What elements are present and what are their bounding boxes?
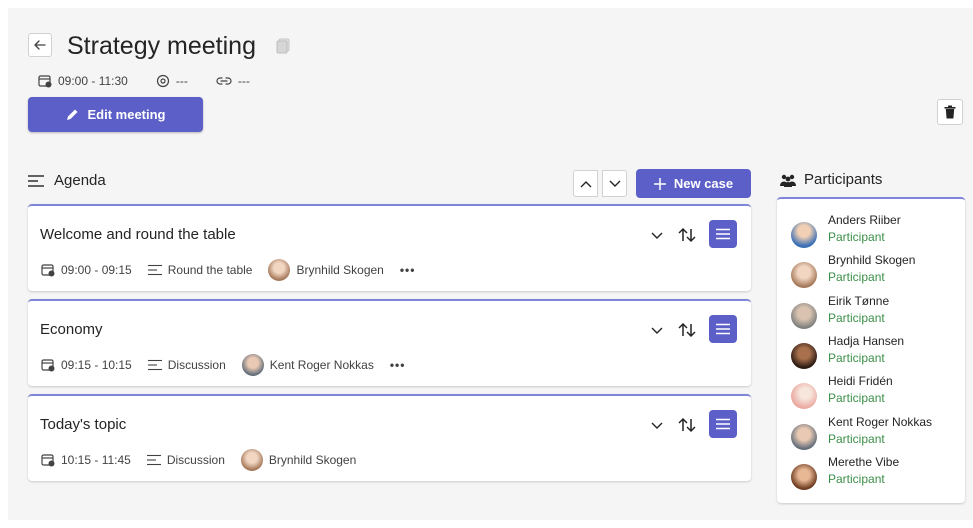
arrow-left-icon	[34, 40, 46, 50]
new-case-button[interactable]: New case	[636, 169, 751, 198]
agenda-header: Agenda	[28, 172, 106, 189]
participant-item[interactable]: Eirik Tønne Participant	[791, 294, 961, 330]
meeting-time: 09:00 - 11:30	[58, 74, 128, 88]
location-icon	[156, 74, 169, 88]
avatar	[791, 343, 817, 369]
case-meta: 09:15 - 10:15 Discussion Kent Roger Nokk…	[41, 354, 405, 376]
avatar	[791, 464, 817, 490]
participants-list: Anders Riiber Participant Brynhild Skoge…	[777, 197, 965, 503]
pencil-icon	[67, 109, 78, 120]
case-meta: 09:00 - 09:15 Round the table Brynhild S…	[41, 259, 415, 281]
avatar	[791, 424, 817, 450]
participants-header: Participants	[780, 171, 882, 188]
meeting-link: ---	[237, 74, 250, 88]
calendar-clock-icon	[41, 359, 55, 372]
avatar	[791, 383, 817, 409]
avatar	[241, 354, 264, 376]
participant-item[interactable]: Anders Riiber Participant	[791, 213, 961, 249]
trash-icon	[944, 105, 956, 119]
chevron-up-icon	[580, 180, 591, 187]
agenda-case[interactable]: Economy 09:15 - 10:15 Discussion Kent Ro…	[28, 299, 751, 386]
copy-icon[interactable]	[276, 38, 290, 54]
case-type: Discussion	[166, 453, 225, 467]
back-button[interactable]	[28, 33, 52, 57]
case-time: 10:15 - 11:45	[61, 453, 131, 467]
menu-icon	[716, 228, 730, 240]
case-time: 09:15 - 10:15	[61, 358, 132, 372]
calendar-clock-icon	[41, 264, 55, 277]
expand-icon[interactable]	[650, 228, 664, 242]
case-owner: Brynhild Skogen	[268, 453, 357, 467]
case-details-button[interactable]	[709, 220, 737, 248]
menu-icon	[716, 418, 730, 430]
link-icon	[216, 77, 232, 85]
participant-item[interactable]: Kent Roger Nokkas Participant	[791, 415, 961, 451]
meeting-meta: 09:00 - 11:30 --- ---	[38, 74, 250, 88]
participant-item[interactable]: Heidi Fridén Participant	[791, 374, 961, 410]
edit-meeting-button[interactable]: Edit meeting	[28, 97, 203, 132]
calendar-clock-icon	[41, 454, 55, 467]
avatar	[240, 449, 263, 471]
reorder-icon[interactable]	[677, 320, 697, 340]
move-up-button[interactable]	[573, 170, 598, 197]
avatar	[268, 259, 291, 281]
calendar-clock-icon	[38, 75, 52, 88]
case-type: Discussion	[167, 358, 226, 372]
participant-item[interactable]: Merethe Vibe Participant	[791, 455, 961, 491]
case-details-button[interactable]	[709, 410, 737, 438]
avatar	[791, 262, 817, 288]
list-icon	[147, 359, 162, 371]
case-owner: Brynhild Skogen	[296, 263, 384, 277]
agenda-heading: Agenda	[54, 172, 106, 189]
case-owner: Kent Roger Nokkas	[269, 358, 374, 372]
participants-heading: Participants	[804, 171, 883, 188]
participant-item[interactable]: Brynhild Skogen Participant	[791, 253, 961, 289]
more-options-button[interactable]: •••	[390, 358, 406, 372]
case-meta: 10:15 - 11:45 Discussion Brynhild Skogen	[41, 449, 356, 471]
list-icon	[147, 264, 162, 276]
meeting-location: ---	[175, 74, 188, 88]
agenda-case[interactable]: Welcome and round the table 09:00 - 09:1…	[28, 204, 751, 291]
agenda-case[interactable]: Today's topic 10:15 - 11:45 Discussion B…	[28, 394, 751, 481]
case-title: Economy	[40, 321, 103, 338]
case-title: Welcome and round the table	[40, 226, 236, 243]
expand-icon[interactable]	[650, 418, 664, 432]
list-icon	[146, 454, 161, 466]
case-title: Today's topic	[40, 416, 127, 433]
plus-icon	[653, 177, 666, 190]
more-options-button[interactable]: •••	[400, 263, 416, 277]
case-type: Round the table	[167, 263, 253, 277]
case-time: 09:00 - 09:15	[61, 263, 132, 277]
expand-icon[interactable]	[650, 323, 664, 337]
reorder-icon[interactable]	[677, 225, 697, 245]
participant-item[interactable]: Hadja Hansen Participant	[791, 334, 961, 370]
avatar	[791, 222, 817, 248]
list-icon	[28, 174, 44, 187]
move-down-button[interactable]	[602, 170, 627, 197]
avatar	[791, 303, 817, 329]
people-icon	[780, 174, 796, 187]
delete-meeting-button[interactable]	[937, 99, 963, 125]
case-details-button[interactable]	[709, 315, 737, 343]
chevron-down-icon	[609, 180, 620, 187]
reorder-icon[interactable]	[677, 415, 697, 435]
menu-icon	[716, 323, 730, 335]
page-title: Strategy meeting	[67, 32, 256, 60]
